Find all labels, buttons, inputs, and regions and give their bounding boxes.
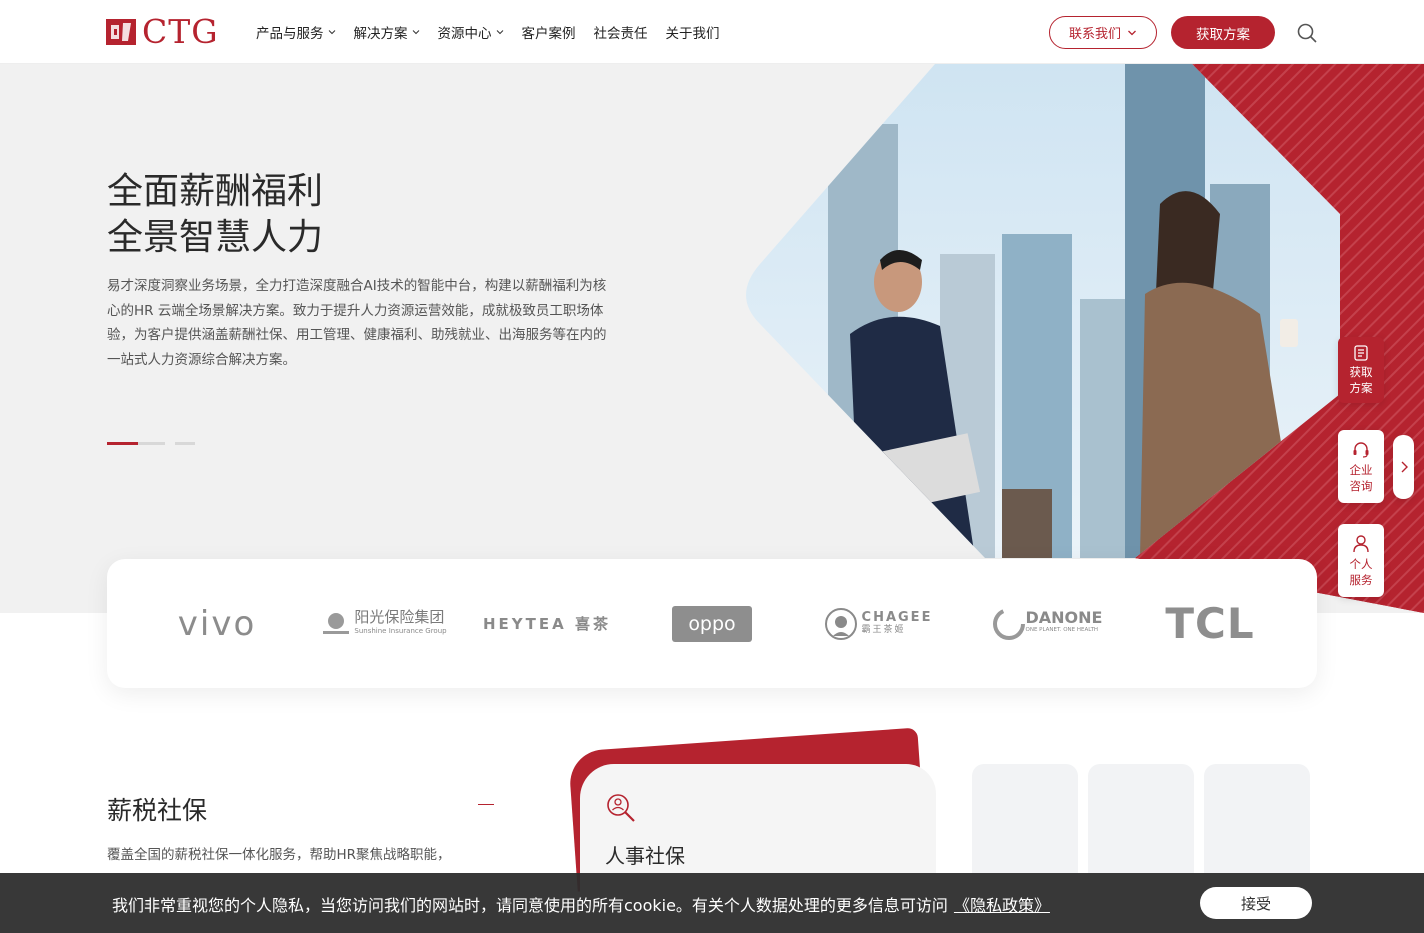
side-personal-button[interactable]: 个人服务: [1338, 524, 1384, 597]
logo-oppo: oppo: [667, 559, 757, 688]
logo-danone-sub: ONE PLANET. ONE HEALTH: [1025, 626, 1099, 633]
logo-chagee-text: CHAGEE 霸王茶姬: [861, 609, 933, 635]
side-get-plan-button[interactable]: 获取方案: [1338, 337, 1384, 403]
carousel-dot-2[interactable]: [175, 442, 195, 445]
hero-image: [746, 64, 1424, 613]
privacy-policy-link[interactable]: 《隐私政策》: [954, 896, 1050, 915]
chagee-logo-icon: [824, 607, 857, 640]
sunshine-logo-icon: [323, 612, 350, 634]
site-logo[interactable]: CTG: [106, 15, 219, 49]
contact-us-button[interactable]: 联系我们: [1049, 16, 1157, 49]
logo-vivo-text: vivo: [177, 603, 257, 644]
side-get-plan-label: 获取方案: [1349, 365, 1373, 395]
logo-sunshine-text: 阳光保险集团: [354, 607, 445, 626]
section-title: 薪税社保: [107, 796, 208, 825]
hero-title-line2: 全景智慧人力: [107, 217, 324, 258]
logo-sunshine-sub: Sunshine Insurance Group: [354, 626, 447, 635]
logo-danone: DANONE ONE PLANET. ONE HEALTH: [987, 559, 1107, 688]
logo-oppo-text: oppo: [688, 612, 736, 635]
site-header: CTG 产品与服务 解决方案 资源中心 客户案例 社会责任 关于我们 联系我们 …: [0, 0, 1424, 64]
carousel-dot-1[interactable]: [107, 442, 165, 445]
side-consult-button[interactable]: 企业咨询: [1338, 430, 1384, 503]
search-icon[interactable]: [1296, 22, 1318, 44]
carousel-indicators: [107, 442, 205, 445]
nav-about[interactable]: 关于我们: [666, 22, 720, 42]
cookie-text: 我们非常重视您的个人隐私，当您访问我们的网站时，请同意使用的所有cookie。有…: [112, 892, 1050, 916]
section-description: 覆盖全国的薪税社保一体化服务，帮助HR聚焦战略职能，: [107, 847, 451, 863]
accept-cookie-button[interactable]: 接受: [1200, 887, 1312, 919]
hero-description: 易才深度洞察业务场景，全力打造深度融合AI技术的智能中台，构建以薪酬福利为核心的…: [107, 278, 607, 368]
logo-chagee: CHAGEE 霸王茶姬: [820, 559, 935, 688]
side-consult-label: 企业咨询: [1349, 462, 1373, 493]
card-title: 人事社保: [605, 844, 685, 868]
user-icon: [1353, 534, 1369, 552]
get-plan-button[interactable]: 获取方案: [1171, 16, 1275, 49]
client-logos: vivo 阳光保险集团 Sunshine Insurance Group HEY…: [107, 559, 1317, 688]
chevron-right-icon: [1401, 461, 1408, 473]
headset-icon: [1353, 441, 1369, 458]
logo-sunshine: 阳光保险集团 Sunshine Insurance Group: [319, 559, 449, 688]
nav-cases[interactable]: 客户案例: [522, 22, 576, 42]
nav-csr-label: 社会责任: [593, 26, 648, 42]
nav-solutions[interactable]: 解决方案: [354, 22, 420, 42]
logo-mark-icon: [106, 19, 136, 45]
nav-products-label: 产品与服务: [256, 26, 324, 42]
logo-tcl-text: TCL: [1165, 599, 1255, 648]
nav-solutions-label: 解决方案: [353, 26, 408, 42]
chevron-down-icon: [412, 30, 419, 35]
nav-cases-label: 客户案例: [521, 26, 576, 42]
chevron-down-icon: [328, 30, 335, 35]
contact-us-label: 联系我们: [1068, 27, 1121, 42]
logo-vivo: vivo: [157, 559, 277, 688]
main-nav: 产品与服务 解决方案 资源中心 客户案例 社会责任 关于我们: [256, 22, 738, 42]
chevron-down-icon: [1128, 30, 1136, 35]
nav-resources-label: 资源中心: [437, 26, 492, 42]
hero-banner: 全面薪酬福利 全景智慧人力 易才深度洞察业务场景，全力打造深度融合AI技术的智能…: [0, 64, 1424, 613]
danone-logo-icon: [992, 607, 1025, 640]
nav-products[interactable]: 产品与服务: [256, 22, 336, 42]
side-collapse-button[interactable]: [1393, 435, 1414, 499]
hero-title-line1: 全面薪酬福利: [107, 171, 324, 212]
document-icon: [1354, 345, 1368, 361]
nav-csr[interactable]: 社会责任: [594, 22, 648, 42]
hero-title: 全面薪酬福利 全景智慧人力: [107, 169, 323, 261]
search-person-icon: [607, 794, 635, 822]
cookie-message: 我们非常重视您的个人隐私，当您访问我们的网站时，请同意使用的所有cookie。有…: [112, 896, 948, 915]
side-personal-label: 个人服务: [1349, 556, 1373, 587]
nav-resources[interactable]: 资源中心: [438, 22, 504, 42]
section-divider: [478, 804, 494, 805]
logo-heytea: HEYTEA 喜茶: [482, 559, 612, 688]
nav-about-label: 关于我们: [665, 26, 720, 42]
logo-chagee-sub: 霸王茶姬: [861, 624, 906, 635]
chevron-down-icon: [496, 30, 503, 35]
logo-heytea-text: HEYTEA 喜茶: [483, 615, 611, 633]
logo-danone-text: DANONE: [1025, 607, 1103, 627]
logo-tcl: TCL: [1150, 559, 1270, 688]
cookie-banner: 我们非常重视您的个人隐私，当您访问我们的网站时，请同意使用的所有cookie。有…: [0, 873, 1424, 933]
logo-text: CTG: [142, 12, 219, 51]
